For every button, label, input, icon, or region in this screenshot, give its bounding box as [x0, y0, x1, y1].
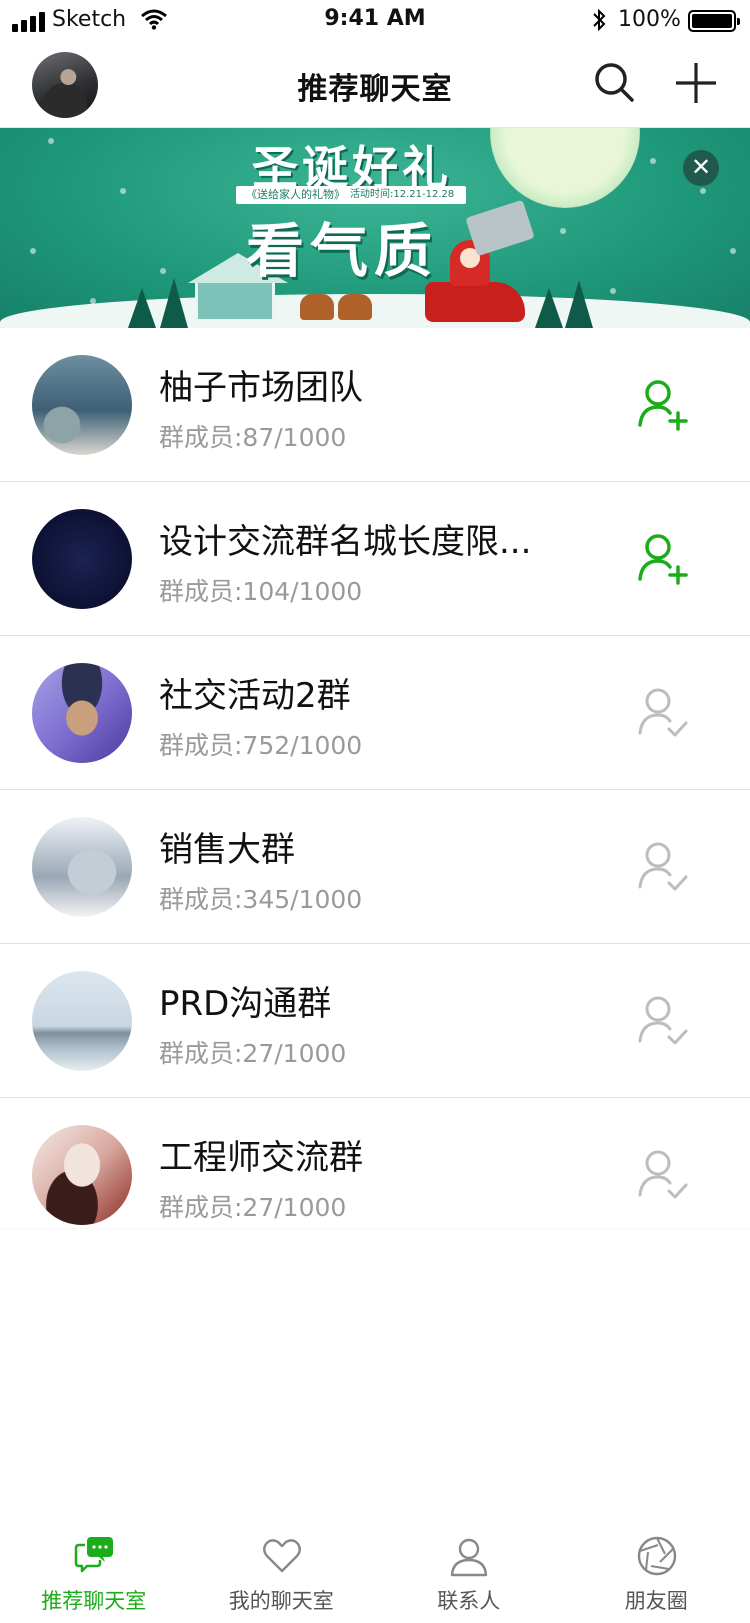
promo-banner[interactable]: 圣诞好礼 《送给家人的礼物》 活动时间:12.21-12.28 看气质	[0, 128, 750, 328]
banner-close-icon[interactable]: ✕	[683, 150, 719, 186]
group-name: 工程师交流群	[159, 1138, 363, 1178]
list-item[interactable]: 设计交流群名城长度限... 群成员:104/1000	[0, 482, 750, 636]
tab-label: 联系人	[437, 1589, 501, 1613]
tab-moments[interactable]: 朋友圈	[563, 1525, 750, 1623]
add-icon[interactable]	[673, 60, 719, 106]
tab-label: 我的聊天室	[228, 1589, 334, 1613]
group-member-count: 群成员:87/1000	[159, 423, 347, 452]
group-avatar	[32, 817, 132, 917]
bluetooth-icon	[593, 8, 606, 32]
group-name: 柚子市场团队	[159, 368, 363, 408]
tab-bar: 推荐聊天室 我的聊天室 联系人 朋友圈	[0, 1525, 750, 1623]
tab-contacts[interactable]: 联系人	[375, 1525, 563, 1623]
group-avatar	[32, 971, 132, 1071]
battery-percentage: 100%	[618, 7, 681, 32]
moon-illustration	[490, 128, 640, 208]
tab-recommended-rooms[interactable]: 推荐聊天室	[0, 1525, 188, 1623]
group-avatar	[32, 1125, 132, 1225]
add-member-icon[interactable]	[636, 531, 692, 587]
chat-bubbles-icon	[74, 1537, 113, 1573]
list-item[interactable]: PRD沟通群 群成员:27/1000	[0, 944, 750, 1098]
add-member-icon[interactable]	[636, 377, 692, 433]
tab-label: 推荐聊天室	[41, 1589, 147, 1613]
search-icon[interactable]	[592, 60, 638, 106]
group-avatar	[32, 663, 132, 763]
member-joined-icon[interactable]	[636, 839, 692, 895]
group-name: 设计交流群名城长度限...	[159, 522, 532, 562]
aperture-icon	[637, 1536, 676, 1576]
heart-icon	[262, 1539, 301, 1573]
person-icon	[450, 1538, 488, 1577]
group-member-count: 群成员:27/1000	[159, 1193, 347, 1222]
member-joined-icon[interactable]	[636, 993, 692, 1049]
list-item[interactable]: 社交活动2群 群成员:752/1000	[0, 636, 750, 790]
list-item[interactable]: 柚子市场团队 群成员:87/1000	[0, 328, 750, 482]
member-joined-icon[interactable]	[636, 685, 692, 741]
list-item[interactable]: 销售大群 群成员:345/1000	[0, 790, 750, 944]
group-member-count: 群成员:345/1000	[159, 885, 363, 914]
status-bar: Sketch 9:41 AM 100%	[0, 0, 750, 40]
group-avatar	[32, 509, 132, 609]
banner-headline-secondary: 看气质	[245, 217, 438, 285]
nav-bar: 推荐聊天室	[0, 40, 750, 128]
group-member-count: 群成员:27/1000	[159, 1039, 347, 1068]
group-name: PRD沟通群	[159, 984, 332, 1024]
group-avatar	[32, 355, 132, 455]
group-list: 柚子市场团队 群成员:87/1000 设计交流群名城长度限... 群成员:104…	[0, 328, 750, 1243]
tab-my-rooms[interactable]: 我的聊天室	[188, 1525, 376, 1623]
group-name: 社交活动2群	[159, 676, 351, 716]
group-member-count: 群成员:752/1000	[159, 731, 363, 760]
list-item[interactable]: 工程师交流群 群成员:27/1000	[0, 1098, 750, 1243]
sleigh-illustration	[425, 282, 525, 322]
group-name: 销售大群	[159, 830, 295, 870]
member-joined-icon[interactable]	[636, 1147, 692, 1203]
list-divider	[0, 1228, 750, 1230]
tab-label: 朋友圈	[624, 1589, 688, 1613]
battery-icon	[688, 10, 740, 32]
banner-dates: 活动时间:12.21-12.28	[350, 189, 455, 200]
group-member-count: 群成员:104/1000	[159, 577, 363, 606]
